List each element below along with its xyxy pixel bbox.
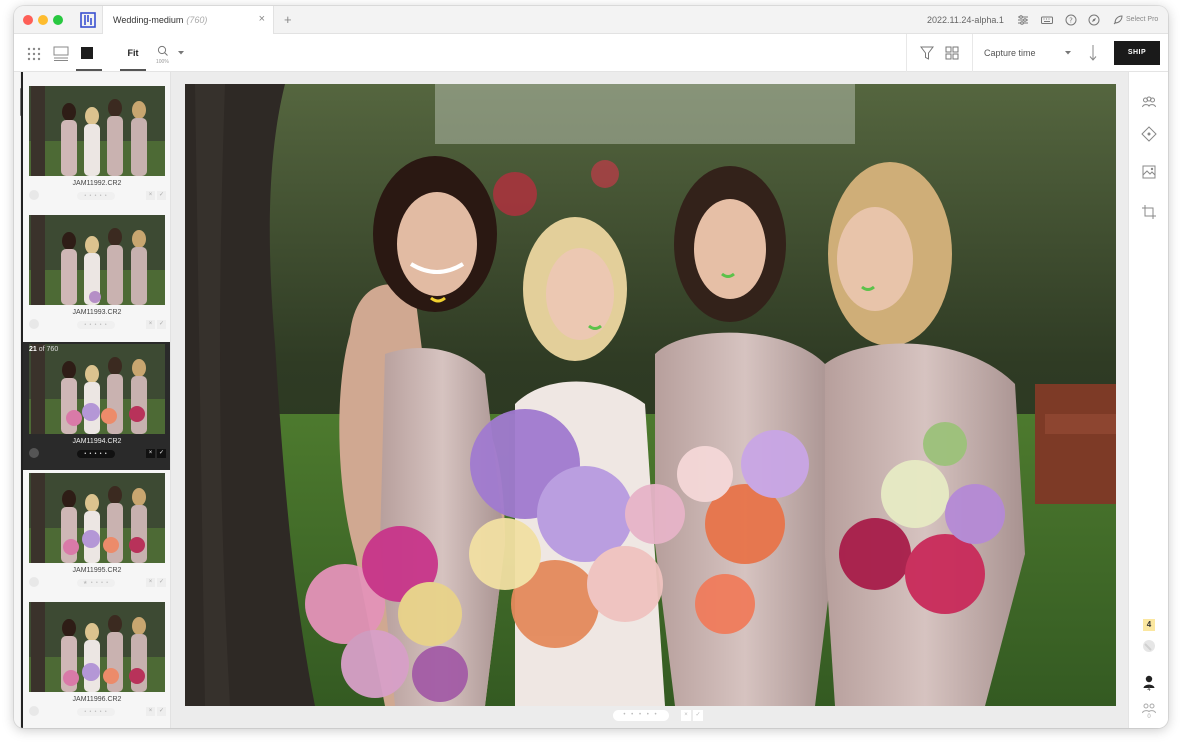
fit-zoom-button[interactable]: Fit <box>120 34 146 72</box>
filmstrip-item[interactable]: JAM11996.CR2 • • • • • × ✓ <box>23 600 170 728</box>
zoom-dropdown-icon[interactable] <box>177 34 185 72</box>
reject-toggle[interactable]: × <box>146 449 155 458</box>
new-tab-button[interactable]: + <box>284 12 292 27</box>
grid-view-icon[interactable] <box>26 34 42 72</box>
toolbar: Fit 100% Capture time SHIP <box>14 34 1168 72</box>
sort-direction-icon[interactable] <box>1088 34 1098 72</box>
color-tag-icon[interactable] <box>1141 638 1157 654</box>
zoom-percent: 100% <box>156 59 169 65</box>
close-window-button[interactable] <box>23 15 33 25</box>
document-tab[interactable]: Wedding-medium (760) × <box>102 6 274 34</box>
svg-text:?: ? <box>1069 17 1073 25</box>
position-counter: 21 of 760 <box>29 346 58 353</box>
thumbnail-filename: JAM11994.CR2 <box>72 438 122 445</box>
reject-toggle[interactable]: × <box>146 320 155 329</box>
minimize-window-button[interactable] <box>38 15 48 25</box>
color-tag-icon[interactable] <box>29 577 39 587</box>
toolbar-divider <box>906 34 907 72</box>
filmstrip-item[interactable]: JAM11992.CR2 • • • • • × ✓ <box>23 84 170 212</box>
groups-count: 0 <box>1147 714 1151 720</box>
filmstrip-item[interactable]: JAM11995.CR2 ★ • • • • × ✓ <box>23 471 170 599</box>
color-tag-icon[interactable] <box>29 190 39 200</box>
maximize-window-button[interactable] <box>53 15 63 25</box>
thumbnail-image <box>29 86 165 176</box>
focus-target-icon[interactable] <box>1141 126 1157 142</box>
version-label: 2022.11.24-alpha.1 <box>927 15 1004 25</box>
photo-star-rating[interactable]: • • • • • <box>613 710 669 721</box>
thumbnail-filename: JAM11995.CR2 <box>72 567 122 574</box>
toolbar-divider <box>972 34 973 72</box>
title-bar: Wedding-medium (760) × + 2022.11.24-alpha… <box>14 6 1168 34</box>
color-tag-icon[interactable] <box>29 706 39 716</box>
photo-reject-button[interactable]: × <box>681 710 691 721</box>
thumbnail-filename: JAM11993.CR2 <box>72 309 122 316</box>
close-tab-icon[interactable]: × <box>259 13 265 25</box>
single-view-icon <box>81 47 93 59</box>
crop-icon[interactable] <box>1141 204 1157 220</box>
document-tab-count: (760) <box>186 15 208 25</box>
pick-toggle[interactable]: ✓ <box>157 449 166 458</box>
star-rating[interactable]: • • • • • <box>77 450 115 458</box>
thumbnail-image <box>29 344 165 434</box>
rocket-icon[interactable] <box>1112 14 1124 26</box>
compare-icon[interactable] <box>944 34 960 72</box>
reject-toggle[interactable]: × <box>146 191 155 200</box>
filmstrip-item-selected[interactable]: 21 of 760 JAM11994.CR2 • • • • • × ✓ <box>23 342 170 470</box>
photo-pick-button[interactable]: ✓ <box>693 710 703 721</box>
star-rating[interactable]: • • • • • <box>77 192 115 200</box>
star-rating[interactable]: • • • • • <box>77 708 115 716</box>
reject-toggle[interactable]: × <box>146 578 155 587</box>
position-current: 21 <box>29 346 37 353</box>
zoom-icon[interactable] <box>157 34 169 72</box>
document-tab-name: Wedding-medium <box>113 15 184 25</box>
right-panel: 4 4 0 <box>1128 72 1168 728</box>
people-group-icon[interactable] <box>1141 94 1157 110</box>
filmstrip[interactable]: JAM11992.CR2 • • • • • × ✓ JAM11993.CR2 … <box>14 72 171 728</box>
active-view-indicator <box>76 69 102 71</box>
thumbnail-image <box>29 602 165 692</box>
compass-icon[interactable] <box>1088 14 1100 26</box>
position-total: of 760 <box>38 346 59 353</box>
app-logo-icon <box>80 12 96 28</box>
reject-toggle[interactable]: × <box>146 707 155 716</box>
image-adjust-icon[interactable] <box>1141 164 1157 180</box>
filmstrip-item[interactable]: JAM11993.CR2 • • • • • × ✓ <box>23 213 170 341</box>
thumbnail-filename: JAM11996.CR2 <box>72 696 122 703</box>
pick-toggle[interactable]: ✓ <box>157 320 166 329</box>
color-tag-icon[interactable] <box>29 448 39 458</box>
filter-icon[interactable] <box>919 34 935 72</box>
help-icon[interactable]: ? <box>1065 14 1077 26</box>
main-photo[interactable] <box>185 84 1116 706</box>
pick-toggle[interactable]: ✓ <box>157 707 166 716</box>
sliders-icon[interactable] <box>1017 14 1029 26</box>
ship-button[interactable]: SHIP <box>1114 41 1160 65</box>
faces-count-badge: 4 <box>1143 619 1155 631</box>
thumbnail-image <box>29 215 165 305</box>
app-window: Wedding-medium (760) × + 2022.11.24-alpha… <box>14 6 1168 728</box>
pick-toggle[interactable]: ✓ <box>157 578 166 587</box>
sort-dropdown-icon[interactable] <box>1064 34 1072 72</box>
single-view-button[interactable] <box>80 34 94 72</box>
pick-toggle[interactable]: ✓ <box>157 191 166 200</box>
active-zoom-indicator <box>120 69 146 71</box>
keyboard-icon[interactable] <box>1041 14 1053 26</box>
sort-select[interactable]: Capture time <box>984 48 1036 58</box>
star-rating[interactable]: ★ • • • • <box>77 579 115 587</box>
people-count: 4 <box>1147 687 1151 693</box>
thumbnail-filename: JAM11992.CR2 <box>72 180 122 187</box>
select-pro-link[interactable]: Select Pro <box>1126 16 1158 23</box>
image-viewer[interactable]: • • • • • × ✓ <box>171 72 1128 728</box>
star-rating[interactable]: • • • • • <box>77 321 115 329</box>
thumbnail-image <box>29 473 165 563</box>
color-tag-icon[interactable] <box>29 319 39 329</box>
filmstrip-view-icon[interactable] <box>52 34 70 72</box>
